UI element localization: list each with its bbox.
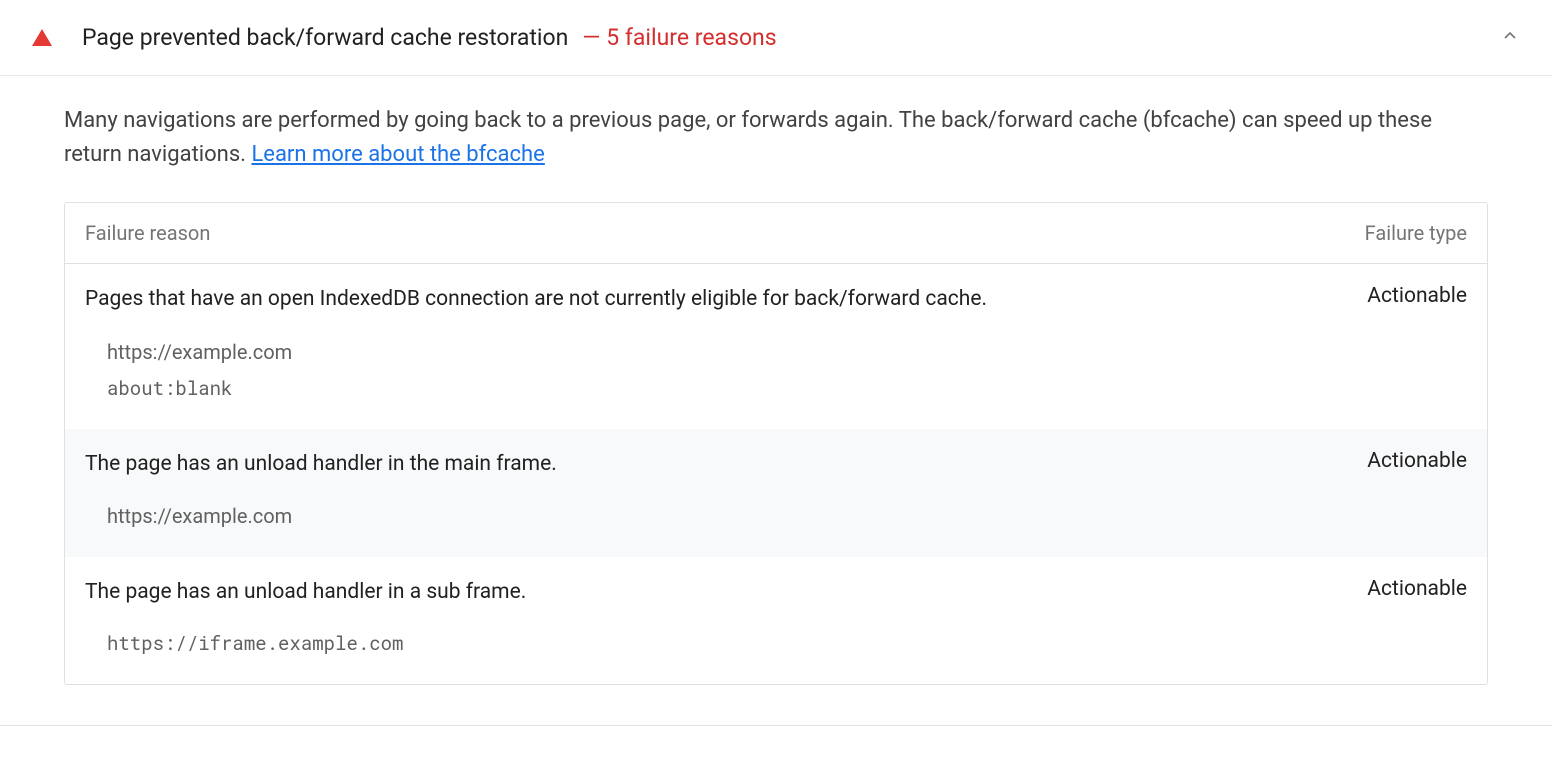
warning-triangle-icon: [32, 29, 52, 46]
table-row: The page has an unload handler in the ma…: [65, 429, 1487, 557]
failure-reason: Pages that have an open IndexedDB connec…: [85, 284, 1343, 314]
audit-header[interactable]: Page prevented back/forward cache restor…: [0, 0, 1552, 76]
url-item: https://iframe.example.com: [107, 626, 1467, 662]
failure-reason: The page has an unload handler in a sub …: [85, 577, 1343, 607]
subtitle-dash: —: [582, 24, 600, 51]
row-top: Pages that have an open IndexedDB connec…: [85, 284, 1467, 314]
url-list: https://example.comabout:blank: [85, 333, 1467, 407]
failure-type: Actionable: [1367, 577, 1467, 601]
failure-count: 5 failure reasons: [606, 24, 776, 51]
table-row: Pages that have an open IndexedDB connec…: [65, 264, 1487, 429]
audit-body: Many navigations are performed by going …: [0, 76, 1552, 725]
row-top: The page has an unload handler in a sub …: [85, 577, 1467, 607]
failure-table: Failure reason Failure type Pages that h…: [64, 202, 1488, 685]
url-list: https://iframe.example.com: [85, 626, 1467, 662]
row-top: The page has an unload handler in the ma…: [85, 449, 1467, 479]
failure-reason: The page has an unload handler in the ma…: [85, 449, 1343, 479]
url-item: https://example.com: [107, 333, 1467, 371]
audit-panel: Page prevented back/forward cache restor…: [0, 0, 1552, 726]
learn-more-link[interactable]: Learn more about the bfcache: [251, 142, 544, 167]
url-item: https://example.com: [107, 497, 1467, 535]
col-header-reason: Failure reason: [85, 221, 210, 245]
table-row: The page has an unload handler in a sub …: [65, 557, 1487, 684]
audit-description: Many navigations are performed by going …: [64, 104, 1488, 172]
failure-type: Actionable: [1367, 284, 1467, 308]
table-header-row: Failure reason Failure type: [65, 203, 1487, 264]
audit-title: Page prevented back/forward cache restor…: [82, 24, 568, 51]
url-list: https://example.com: [85, 497, 1467, 535]
col-header-type: Failure type: [1365, 221, 1467, 245]
url-item: about:blank: [107, 371, 1467, 407]
chevron-up-icon[interactable]: [1500, 25, 1520, 50]
audit-subtitle: —5 failure reasons: [582, 24, 776, 51]
failure-type: Actionable: [1367, 449, 1467, 473]
table-body: Pages that have an open IndexedDB connec…: [65, 264, 1487, 684]
